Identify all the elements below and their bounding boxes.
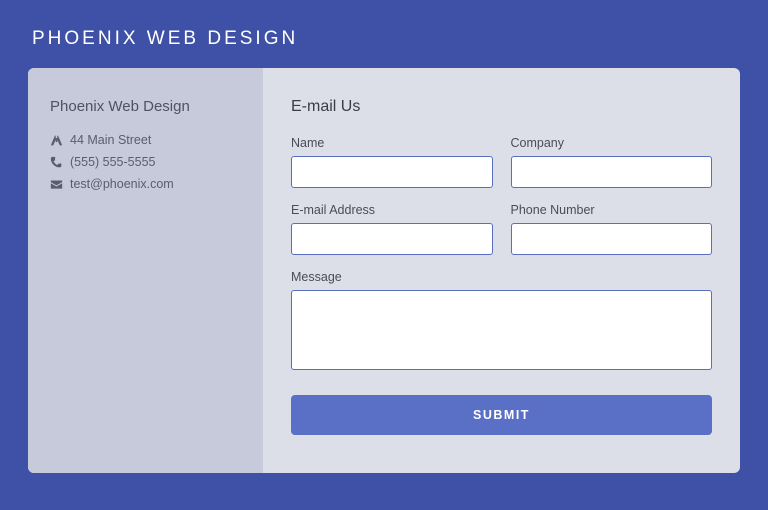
contact-card: Phoenix Web Design 44 Main Street (555) … <box>28 68 740 473</box>
company-field-wrapper: Company <box>511 136 713 188</box>
page-header: PHOENIX WEB DESIGN <box>0 0 768 68</box>
email-text: test@phoenix.com <box>70 177 174 191</box>
phone-text: (555) 555-5555 <box>70 155 155 169</box>
phone-line: (555) 555-5555 <box>50 155 241 169</box>
message-label: Message <box>291 270 712 284</box>
address-line: 44 Main Street <box>50 133 241 147</box>
form-row: E-mail Address Phone Number <box>291 203 712 255</box>
form-row: Name Company <box>291 136 712 188</box>
company-input[interactable] <box>511 156 713 188</box>
company-label: Company <box>511 136 713 150</box>
message-field-wrapper: Message <box>291 270 712 370</box>
phone-input[interactable] <box>511 223 713 255</box>
form-heading: E-mail Us <box>291 98 712 116</box>
phone-icon <box>50 156 63 169</box>
email-line: test@phoenix.com <box>50 177 241 191</box>
name-label: Name <box>291 136 493 150</box>
submit-button[interactable]: SUBMIT <box>291 395 712 435</box>
address-text: 44 Main Street <box>70 133 151 147</box>
phone-label: Phone Number <box>511 203 713 217</box>
form-row: Message <box>291 270 712 370</box>
phone-field-wrapper: Phone Number <box>511 203 713 255</box>
contact-sidebar: Phoenix Web Design 44 Main Street (555) … <box>28 68 263 473</box>
name-field-wrapper: Name <box>291 136 493 188</box>
page-title: PHOENIX WEB DESIGN <box>32 28 768 50</box>
email-field-wrapper: E-mail Address <box>291 203 493 255</box>
email-label: E-mail Address <box>291 203 493 217</box>
email-input[interactable] <box>291 223 493 255</box>
road-icon <box>50 134 63 147</box>
envelope-icon <box>50 178 63 191</box>
company-name: Phoenix Web Design <box>50 98 241 115</box>
contact-form-section: E-mail Us Name Company E-mail Address Ph… <box>263 68 740 473</box>
name-input[interactable] <box>291 156 493 188</box>
message-input[interactable] <box>291 290 712 370</box>
